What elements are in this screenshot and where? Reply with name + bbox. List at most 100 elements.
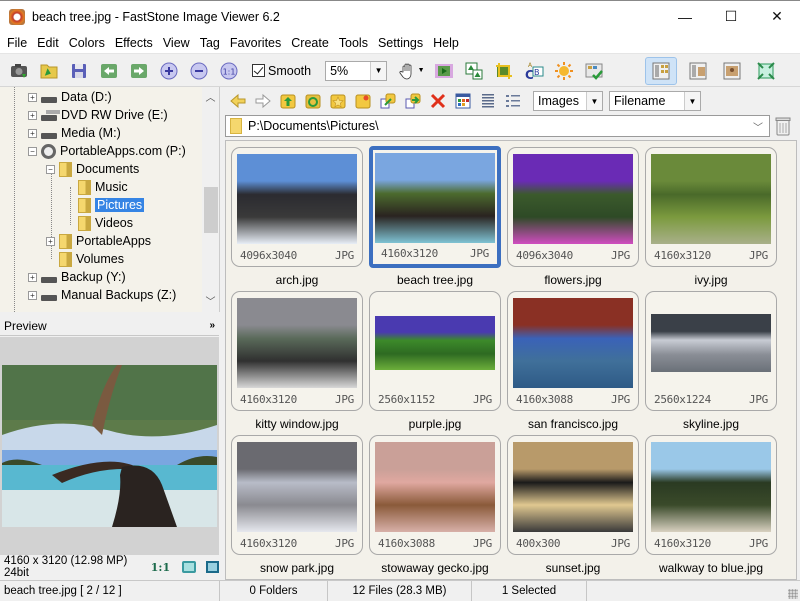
next-button[interactable]	[128, 60, 150, 82]
thumbnail-item[interactable]: 400x300 JPG sunset.jpg	[507, 435, 639, 575]
tree-item[interactable]: Pictures	[65, 196, 145, 214]
expand-icon[interactable]: +	[28, 290, 37, 300]
compare-button[interactable]	[583, 60, 605, 82]
tree-item[interactable]: − Documents	[46, 160, 139, 178]
thumbnail-card[interactable]: 2560x1224 JPG	[645, 291, 777, 411]
save-button[interactable]	[68, 60, 90, 82]
tree-item-label[interactable]: Manual Backups (Z:)	[61, 288, 176, 302]
favorites-button[interactable]	[329, 92, 347, 110]
thumbnail-item[interactable]: 4160x3120 JPG snow park.jpg	[231, 435, 363, 575]
thumbnail-card[interactable]: 4160x3088 JPG	[507, 291, 639, 411]
open-folder-button[interactable]	[38, 60, 60, 82]
zoom-out-button[interactable]	[188, 60, 210, 82]
scroll-thumb[interactable]	[204, 187, 218, 233]
thumbnail-item[interactable]: 4160x3120 JPG beach tree.jpg	[369, 146, 501, 287]
collapse-icon[interactable]: −	[46, 164, 55, 174]
thumbnail-filename[interactable]: arch.jpg	[231, 273, 363, 287]
tree-item-label[interactable]: Pictures	[95, 198, 145, 212]
tree-item-label[interactable]: Data (D:)	[61, 90, 112, 104]
new-folder-button[interactable]	[354, 92, 372, 110]
thumbnail-item[interactable]: 2560x1224 JPG skyline.jpg	[645, 291, 777, 431]
thumbnail-card[interactable]: 400x300 JPG	[507, 435, 639, 555]
thumbnail-filename[interactable]: skyline.jpg	[645, 417, 777, 431]
menu-file[interactable]: File	[2, 32, 32, 54]
thumbnail-card[interactable]: 4096x3040 JPG	[231, 147, 363, 267]
thumbnail-item[interactable]: 4160x3120 JPG walkway to blue.jpg	[645, 435, 777, 575]
minimize-button[interactable]: —	[662, 1, 708, 32]
tree-item-label[interactable]: Documents	[76, 162, 139, 176]
thumbnail-filename[interactable]: stowaway gecko.jpg	[369, 561, 501, 575]
thumbnail-card[interactable]: 4160x3120 JPG	[231, 435, 363, 555]
thumbnail-card[interactable]: 4160x3088 JPG	[369, 435, 501, 555]
thumbnail-item[interactable]: 4160x3120 JPG ivy.jpg	[645, 147, 777, 287]
forward-button[interactable]	[254, 92, 272, 110]
tree-item-label[interactable]: Media (M:)	[61, 126, 121, 140]
fullscreen-preview-icon[interactable]	[205, 561, 219, 573]
expand-icon[interactable]: +	[28, 110, 37, 120]
sort-value[interactable]: Filename	[610, 94, 684, 108]
delete-button[interactable]	[429, 92, 447, 110]
menu-view[interactable]: View	[158, 32, 195, 54]
previous-button[interactable]	[98, 60, 120, 82]
thumbnail-filename[interactable]: walkway to blue.jpg	[645, 561, 777, 575]
thumbnail-item[interactable]: 2560x1152 JPG purple.jpg	[369, 291, 501, 431]
smooth-checkbox[interactable]: Smooth	[252, 64, 311, 78]
thumbnail-filename[interactable]: purple.jpg	[369, 417, 501, 431]
folder-tree-scrollbar[interactable]: ︿ ﹀	[202, 87, 219, 312]
resize-grip[interactable]	[788, 589, 798, 599]
thumbnail-card[interactable]: 4096x3040 JPG	[507, 147, 639, 267]
menu-help[interactable]: Help	[428, 32, 464, 54]
actual-ratio-button[interactable]: 1:1	[151, 561, 170, 574]
tree-item[interactable]: Volumes	[46, 250, 124, 268]
tree-item-label[interactable]: DVD RW Drive (E:)	[61, 108, 168, 122]
view-list-button[interactable]	[479, 92, 497, 110]
layout-preview-button[interactable]	[687, 60, 709, 82]
address-path[interactable]: P:\Documents\Pictures\	[248, 119, 753, 133]
tree-item[interactable]: + PortableApps	[46, 232, 151, 250]
collapse-icon[interactable]: −	[28, 146, 37, 156]
sort-combo[interactable]: Filename ▼	[609, 91, 701, 111]
move-to-button[interactable]	[404, 92, 422, 110]
filter-value[interactable]: Images	[534, 94, 586, 108]
thumbnail-filename[interactable]: sunset.jpg	[507, 561, 639, 575]
menu-tools[interactable]: Tools	[334, 32, 373, 54]
resize-button[interactable]	[463, 60, 485, 82]
thumbnail-filename[interactable]: san francisco.jpg	[507, 417, 639, 431]
tree-item-label[interactable]: PortableApps	[76, 234, 151, 248]
tree-item-label[interactable]: PortableApps.com (P:)	[60, 144, 186, 158]
fullscreen-button[interactable]	[755, 60, 777, 82]
actual-size-button[interactable]: 1:1	[218, 60, 240, 82]
refresh-button[interactable]	[304, 92, 322, 110]
tree-item[interactable]: + Media (M:)	[28, 124, 121, 142]
tree-item[interactable]: + Backup (Y:)	[28, 268, 126, 286]
batch-convert-button[interactable]: CBA	[523, 60, 545, 82]
tree-item-label[interactable]: Music	[95, 180, 128, 194]
expand-icon[interactable]: +	[28, 128, 37, 138]
slideshow-button[interactable]	[433, 60, 455, 82]
menu-edit[interactable]: Edit	[32, 32, 64, 54]
menu-tag[interactable]: Tag	[195, 32, 225, 54]
zoom-in-button[interactable]	[158, 60, 180, 82]
tree-item[interactable]: + Manual Backups (Z:)	[28, 286, 176, 304]
maximize-button[interactable]: ☐	[708, 1, 754, 32]
thumbnail-card[interactable]: 4160x3120 JPG	[645, 435, 777, 555]
layout-thumbnails-button[interactable]	[645, 56, 678, 85]
expand-icon[interactable]: +	[46, 236, 55, 246]
folder-tree[interactable]: + Data (D:) + DVD RW Drive (E:) + Media (M:) −…	[0, 87, 220, 312]
copy-to-button[interactable]	[379, 92, 397, 110]
thumbnail-item[interactable]: 4096x3040 JPG arch.jpg	[231, 147, 363, 287]
thumbnail-item[interactable]: 4096x3040 JPG flowers.jpg	[507, 147, 639, 287]
address-dropdown-icon[interactable]: ﹀	[753, 119, 769, 134]
filter-combo[interactable]: Images ▼	[533, 91, 603, 111]
clear-history-button[interactable]	[774, 116, 792, 136]
menu-favorites[interactable]: Favorites	[225, 32, 286, 54]
zoom-dropdown-arrow[interactable]: ▼	[370, 61, 387, 80]
hand-tool-button[interactable]: ▼	[397, 60, 425, 82]
scroll-up-arrow[interactable]: ︿	[202, 89, 219, 104]
tree-item[interactable]: − PortableApps.com (P:)	[28, 142, 186, 160]
expand-icon[interactable]: +	[28, 272, 37, 282]
sort-dropdown-arrow[interactable]: ▼	[684, 92, 700, 110]
filter-dropdown-arrow[interactable]: ▼	[586, 92, 602, 110]
crop-button[interactable]	[493, 60, 515, 82]
collapse-preview-icon[interactable]: »	[209, 320, 215, 331]
